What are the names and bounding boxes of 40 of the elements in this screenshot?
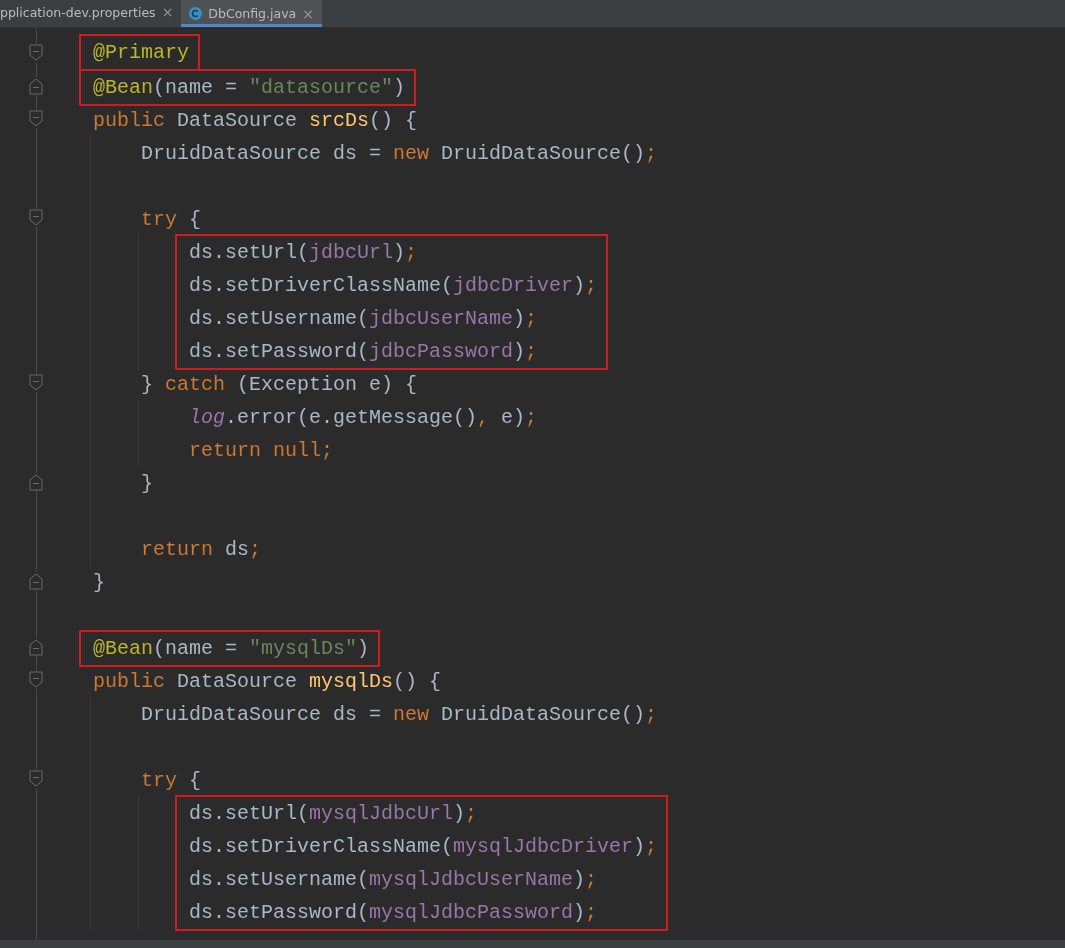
fold-icon[interactable] [29, 472, 43, 491]
code-line: DruidDataSource ds = new DruidDataSource(); [141, 141, 659, 167]
code-line: return ds; [141, 537, 263, 563]
code-line: @Bean(name = "mysqlDs") [93, 636, 370, 662]
close-icon[interactable]: × [161, 4, 174, 20]
code-line: try { [141, 768, 203, 794]
code-line: log.error(e.getMessage(), e); [189, 405, 539, 431]
code-line: } catch (Exception e) { [141, 372, 419, 398]
code-line: ds.setPassword(jdbcPassword); [189, 339, 539, 365]
code-line: } [93, 570, 106, 596]
tab-label: pplication-dev.properties [0, 4, 156, 20]
code-line: ds.setDriverClassName(jdbcDriver); [189, 273, 598, 299]
code-line: } [141, 471, 154, 497]
code-line: ds.setUsername(jdbcUserName); [189, 306, 539, 332]
fold-icon[interactable] [29, 43, 43, 62]
code-line: public DataSource mysqlDs() { [93, 669, 443, 695]
code-line: return null; [189, 438, 335, 464]
code-line: DruidDataSource ds = new DruidDataSource(); [141, 702, 659, 728]
fold-icon[interactable] [29, 373, 43, 392]
fold-icon[interactable] [29, 637, 43, 656]
fold-icon[interactable] [29, 571, 43, 590]
editor-tab[interactable]: pplication-dev.properties × [0, 0, 182, 27]
code-line: public DataSource srcDs() { [93, 108, 419, 134]
code-line: try { [141, 207, 203, 233]
fold-icon[interactable] [29, 670, 43, 689]
fold-icon[interactable] [29, 76, 43, 95]
code-line: @Bean(name = "datasource") [93, 75, 406, 101]
tab-label: DbConfig.java [208, 6, 297, 21]
fold-icon[interactable] [29, 769, 43, 788]
code-line: ds.setUrl(jdbcUrl); [189, 240, 419, 266]
code-line: ds.setPassword(mysqlJdbcPassword); [189, 900, 599, 926]
code-line: ds.setUsername(mysqlJdbcUserName); [189, 867, 599, 893]
editor-tab[interactable]: DbConfig.java × [181, 0, 322, 27]
fold-icon[interactable] [29, 109, 43, 128]
class-icon [189, 7, 203, 20]
code-line: ds.setDriverClassName(mysqlJdbcDriver); [189, 834, 658, 860]
code-line: ds.setUrl(mysqlJdbcUrl); [189, 801, 479, 827]
fold-icon[interactable] [29, 208, 43, 227]
code-line: @Primary [93, 40, 189, 66]
close-icon[interactable]: × [302, 5, 314, 22]
